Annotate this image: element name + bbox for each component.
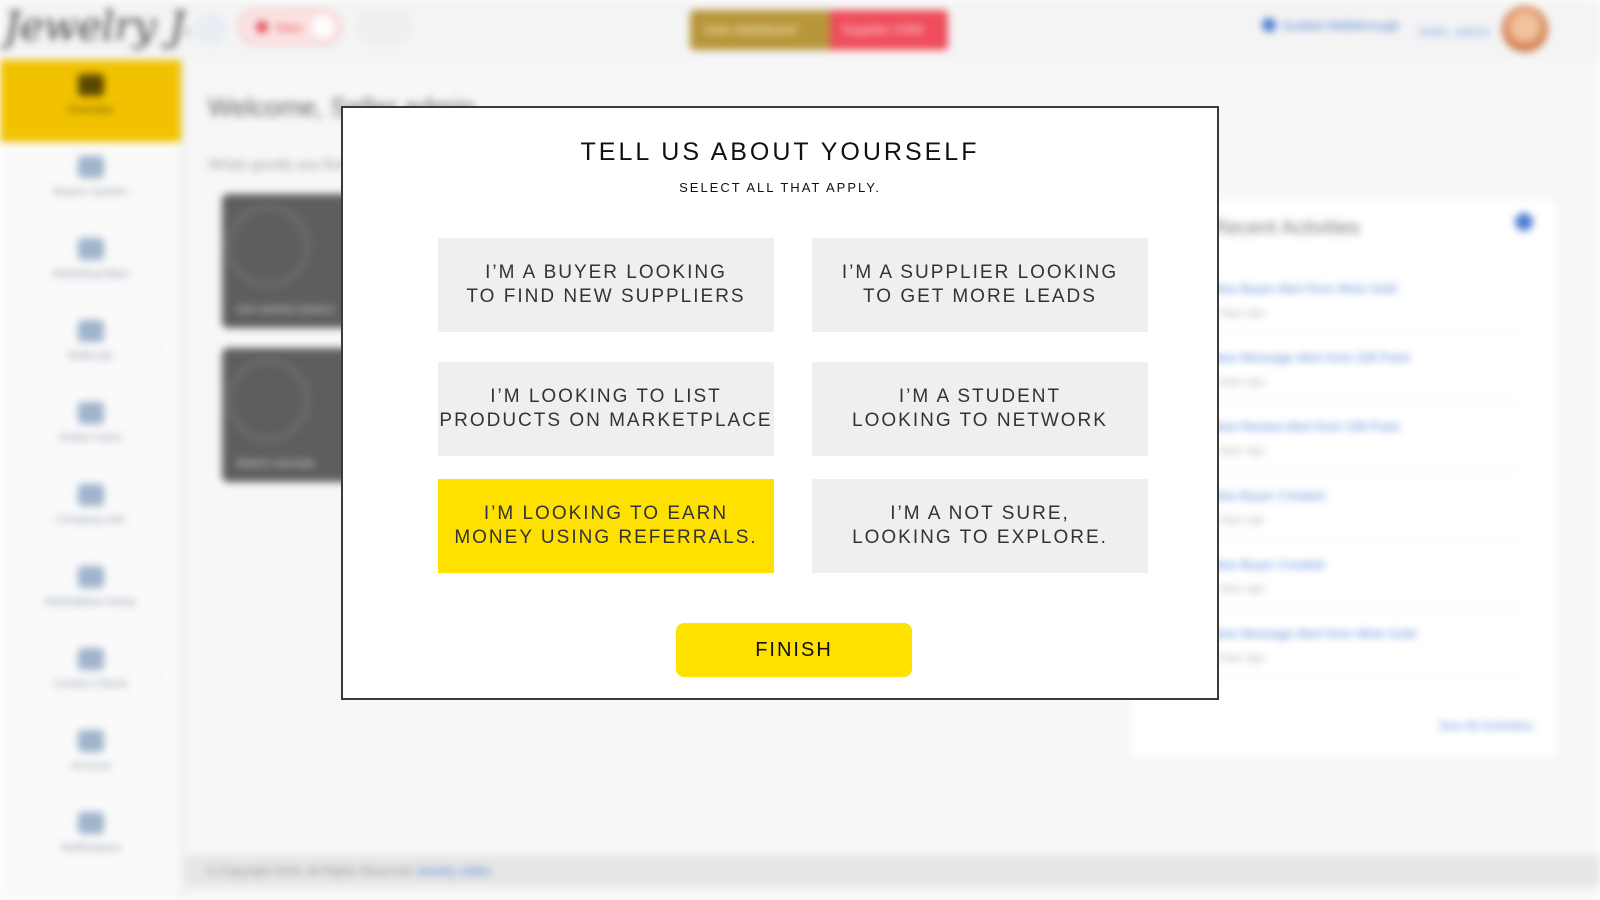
sidebar-item-marketing-blast[interactable]: Marketing Blast › <box>0 224 181 306</box>
new-button-label: New <box>276 20 303 35</box>
option-not-sure[interactable]: I’M A NOT SURE, LOOKING TO EXPLORE. <box>812 479 1148 573</box>
user-menu-label[interactable]: Hello, admin <box>1418 24 1490 39</box>
footer-copyright: © Copyright 2024, All Rights Reserved <box>207 864 416 878</box>
option-label: I’M A SUPPLIER LOOKING TO GET MORE LEADS <box>841 262 1119 307</box>
users-icon <box>77 402 104 424</box>
option-list-products[interactable]: I’M LOOKING TO LIST PRODUCTS ON MARKETPL… <box>438 362 774 456</box>
tab-supplier-crm[interactable]: Supplier CRM <box>830 10 948 50</box>
footer-link[interactable]: Jewelry Joblio <box>415 864 490 878</box>
company-icon <box>77 484 104 506</box>
sidebar-item-contact-clients[interactable]: Contact Clients › <box>0 634 181 716</box>
option-referrals[interactable]: I’M LOOKING TO EARN MONEY USING REFERRAL… <box>438 479 774 573</box>
walkthrough-label: Guided Walkthrough <box>1282 18 1401 33</box>
chevron-right-icon: › <box>157 422 161 436</box>
sidebar-item-label: Contact Clients <box>53 678 128 690</box>
help-icon <box>1262 18 1276 32</box>
sidebar-item-overview[interactable]: Overview <box>0 60 181 142</box>
sidebar-item-label: Notifications <box>60 842 121 854</box>
activity-row-date: 3 days ago <box>1211 376 1265 388</box>
activity-row-title: New Buyer Created <box>1211 488 1325 503</box>
play-icon <box>226 204 310 288</box>
about-yourself-modal: TELL US ABOUT YOURSELF SELECT ALL THAT A… <box>341 106 1219 700</box>
finish-button[interactable]: FINISH <box>676 623 912 677</box>
document-icon <box>77 812 104 834</box>
sidebar-item-label: Referrals <box>68 350 113 362</box>
chevron-right-icon: › <box>157 504 161 518</box>
sidebar: Overview Buyers System › Marketing Blast… <box>0 60 185 900</box>
video-card-caption: Watch tutorials <box>236 456 315 470</box>
avatar[interactable] <box>1502 6 1548 52</box>
modal-title: TELL US ABOUT YOURSELF <box>580 138 980 166</box>
option-label: I’M LOOKING TO LIST PRODUCTS ON MARKETPL… <box>439 386 773 431</box>
activity-title: Recent Activities <box>1213 217 1360 239</box>
sidebar-item-company-info[interactable]: Company Info › <box>0 470 181 552</box>
play-icon <box>226 358 310 442</box>
option-supplier[interactable]: I’M A SUPPLIER LOOKING TO GET MORE LEADS <box>812 238 1148 332</box>
chevron-right-icon: › <box>157 176 161 190</box>
top-bar: Jewelry Joblio New User dashboard Suppli… <box>0 0 1600 60</box>
new-button[interactable]: New <box>238 8 342 46</box>
activity-row-date: 4 days ago <box>1211 445 1265 457</box>
footer: © Copyright 2024, All Rights Reserved Je… <box>185 855 1600 887</box>
chevron-right-icon: › <box>157 832 161 846</box>
option-student[interactable]: I’M A STUDENT LOOKING TO NETWORK <box>812 362 1148 456</box>
share-icon <box>77 156 104 178</box>
option-label: I’M A STUDENT LOOKING TO NETWORK <box>852 386 1108 431</box>
sidebar-item-label: Account <box>70 760 111 772</box>
dashboard-icon <box>77 74 104 96</box>
see-all-activities-link[interactable]: See All Activities <box>1438 718 1533 733</box>
mail-icon <box>77 238 104 260</box>
activity-row-title: New Buyer Created <box>1211 557 1325 572</box>
activity-row-date: 7 days ago <box>1211 583 1265 595</box>
new-count-badge <box>312 16 334 38</box>
store-icon <box>77 566 104 588</box>
tab-user-dashboard[interactable]: User dashboard <box>690 10 830 50</box>
sidebar-item-label: Overview <box>67 104 114 116</box>
activity-row-title: New Buyer Alert from Wick Gold <box>1211 281 1397 296</box>
history-button[interactable] <box>356 8 412 46</box>
sidebar-item-account[interactable]: Account › <box>0 716 181 798</box>
sidebar-item-label: Online Users <box>58 432 123 444</box>
sidebar-item-label: Marketplace Setup <box>44 596 137 608</box>
option-label: I’M A NOT SURE, LOOKING TO EXPLORE. <box>852 503 1108 548</box>
chevron-right-icon: › <box>157 668 161 682</box>
chevron-right-icon: › <box>157 340 161 354</box>
activity-row-date: 2 days ago <box>1211 307 1265 319</box>
sidebar-item-notifications[interactable]: Notifications › <box>0 798 181 880</box>
walkthrough-link[interactable]: Guided Walkthrough <box>1262 18 1400 33</box>
menu-toggle-icon[interactable] <box>194 12 228 46</box>
sidebar-item-label: Marketing Blast <box>52 268 129 280</box>
sidebar-item-label: Company Info <box>56 514 125 526</box>
dashboard-switcher: User dashboard Supplier CRM <box>690 10 948 50</box>
plus-icon <box>256 21 268 33</box>
account-icon <box>77 730 104 752</box>
sidebar-item-marketplace-setup[interactable]: Marketplace Setup <box>0 552 181 634</box>
logo[interactable]: Jewelry Joblio <box>0 0 188 60</box>
sidebar-item-buyers-system[interactable]: Buyers System › <box>0 142 181 224</box>
referral-icon <box>77 320 104 342</box>
activity-row-title: New Message Alert from Wick Gold <box>1211 626 1416 641</box>
chevron-right-icon: › <box>157 750 161 764</box>
option-label: I’M LOOKING TO EARN MONEY USING REFERRAL… <box>454 503 758 548</box>
activity-row-date: 8 days ago <box>1211 652 1265 664</box>
activity-row-title: New Review Alert from Gift Point <box>1211 419 1400 434</box>
add-icon[interactable] <box>1515 213 1533 231</box>
contact-icon <box>77 648 104 670</box>
activity-row-title: New Message Alert from Gift Point <box>1211 350 1410 365</box>
video-card-caption: Get started (basic) <box>236 302 335 316</box>
activity-row-date: 5 days ago <box>1211 514 1265 526</box>
modal-subtitle: SELECT ALL THAT APPLY. <box>679 180 881 195</box>
chevron-right-icon: › <box>157 258 161 272</box>
option-buyer[interactable]: I’M A BUYER LOOKING TO FIND NEW SUPPLIER… <box>438 238 774 332</box>
sidebar-item-label: Buyers System <box>53 186 128 198</box>
option-label: I’M A BUYER LOOKING TO FIND NEW SUPPLIER… <box>466 262 746 307</box>
sidebar-item-online-users[interactable]: Online Users › <box>0 388 181 470</box>
sidebar-item-referrals[interactable]: Referrals › <box>0 306 181 388</box>
